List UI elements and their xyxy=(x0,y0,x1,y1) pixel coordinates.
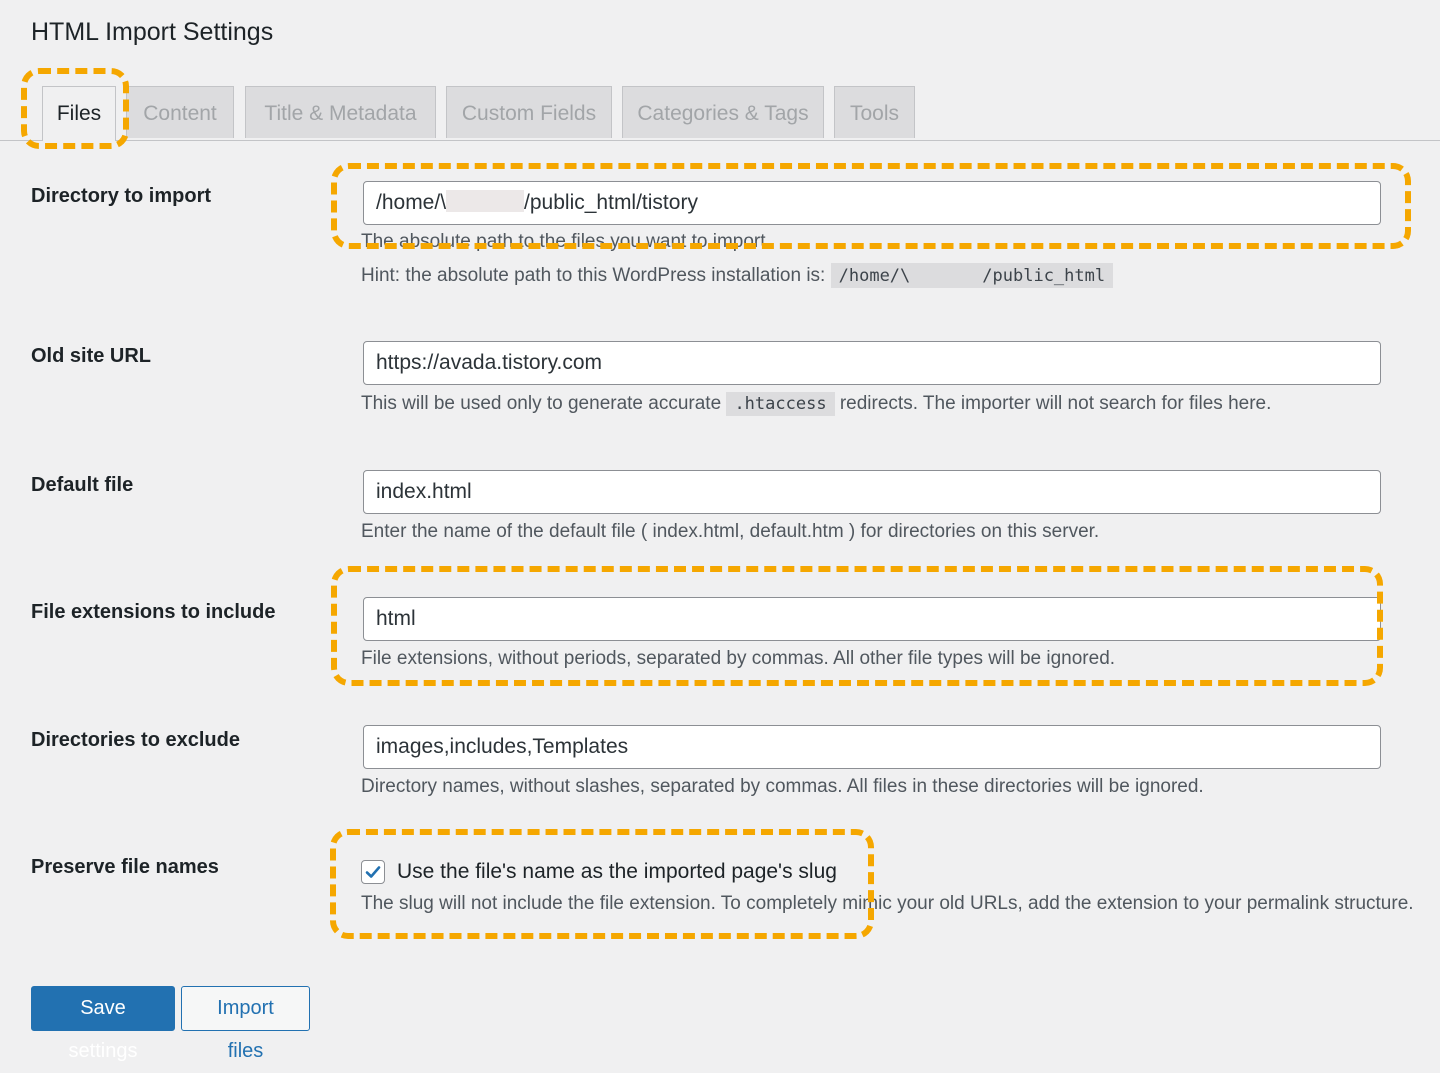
old-url-desc-after: redirects. The importer will not search … xyxy=(839,393,1272,414)
preserve-description: The slug will not include the file exten… xyxy=(361,893,1414,914)
preserve-checkbox[interactable] xyxy=(361,860,385,884)
old-url-input[interactable] xyxy=(363,341,1381,385)
directory-description: The absolute path to the files you want … xyxy=(361,231,771,252)
default-file-label: Default file xyxy=(31,474,134,496)
tab-categories-tags[interactable]: Categories & Tags xyxy=(622,86,824,138)
wp-path-prefix: /home/\ xyxy=(838,266,911,286)
wp-path-code: /home/\ /public_html xyxy=(830,263,1114,288)
default-file-input[interactable] xyxy=(363,470,1381,514)
directory-label: Directory to import xyxy=(31,185,212,207)
directory-hint-text: Hint: the absolute path to this WordPres… xyxy=(361,265,826,286)
redacted-username xyxy=(446,190,525,212)
tab-custom-fields[interactable]: Custom Fields xyxy=(446,86,612,138)
default-file-description: Enter the name of the default file ( ind… xyxy=(361,521,1100,542)
directory-hint: Hint: the absolute path to this WordPres… xyxy=(361,263,1114,288)
extensions-label: File extensions to include xyxy=(31,601,276,623)
tab-files[interactable]: Files xyxy=(42,86,116,141)
htaccess-code: .htaccess xyxy=(726,392,835,416)
redacted-username xyxy=(910,265,982,283)
preserve-checkbox-label[interactable]: Use the file's name as the imported page… xyxy=(397,860,837,884)
import-files-button[interactable]: Import files xyxy=(181,986,310,1062)
checkmark-icon xyxy=(365,866,381,878)
directory-input[interactable]: /home/\ /public_html/tistory xyxy=(363,181,1381,225)
preserve-label: Preserve file names xyxy=(31,856,219,878)
exclude-description: Directory names, without slashes, separa… xyxy=(361,776,1204,797)
old-url-label: Old site URL xyxy=(31,345,152,367)
wp-path-suffix: /public_html xyxy=(982,266,1106,286)
directory-value-suffix: /public_html/tistory xyxy=(524,191,698,214)
old-url-description: This will be used only to generate accur… xyxy=(361,392,1271,416)
exclude-input[interactable] xyxy=(363,725,1381,769)
tab-title-metadata[interactable]: Title & Metadata xyxy=(245,86,436,138)
old-url-desc-before: This will be used only to generate accur… xyxy=(361,393,722,414)
page-title: HTML Import Settings xyxy=(31,18,274,46)
highlight-preserve xyxy=(330,829,874,939)
tab-content[interactable]: Content xyxy=(126,86,234,138)
tab-tools[interactable]: Tools xyxy=(834,86,915,138)
exclude-label: Directories to exclude xyxy=(31,729,240,751)
tab-bar: Files Content Title & Metadata Custom Fi… xyxy=(0,86,1440,141)
directory-value-prefix: /home/\ xyxy=(376,191,447,214)
extensions-input[interactable] xyxy=(363,597,1381,641)
save-settings-button[interactable]: Save settings xyxy=(31,986,175,1062)
extensions-description: File extensions, without periods, separa… xyxy=(361,648,1116,669)
